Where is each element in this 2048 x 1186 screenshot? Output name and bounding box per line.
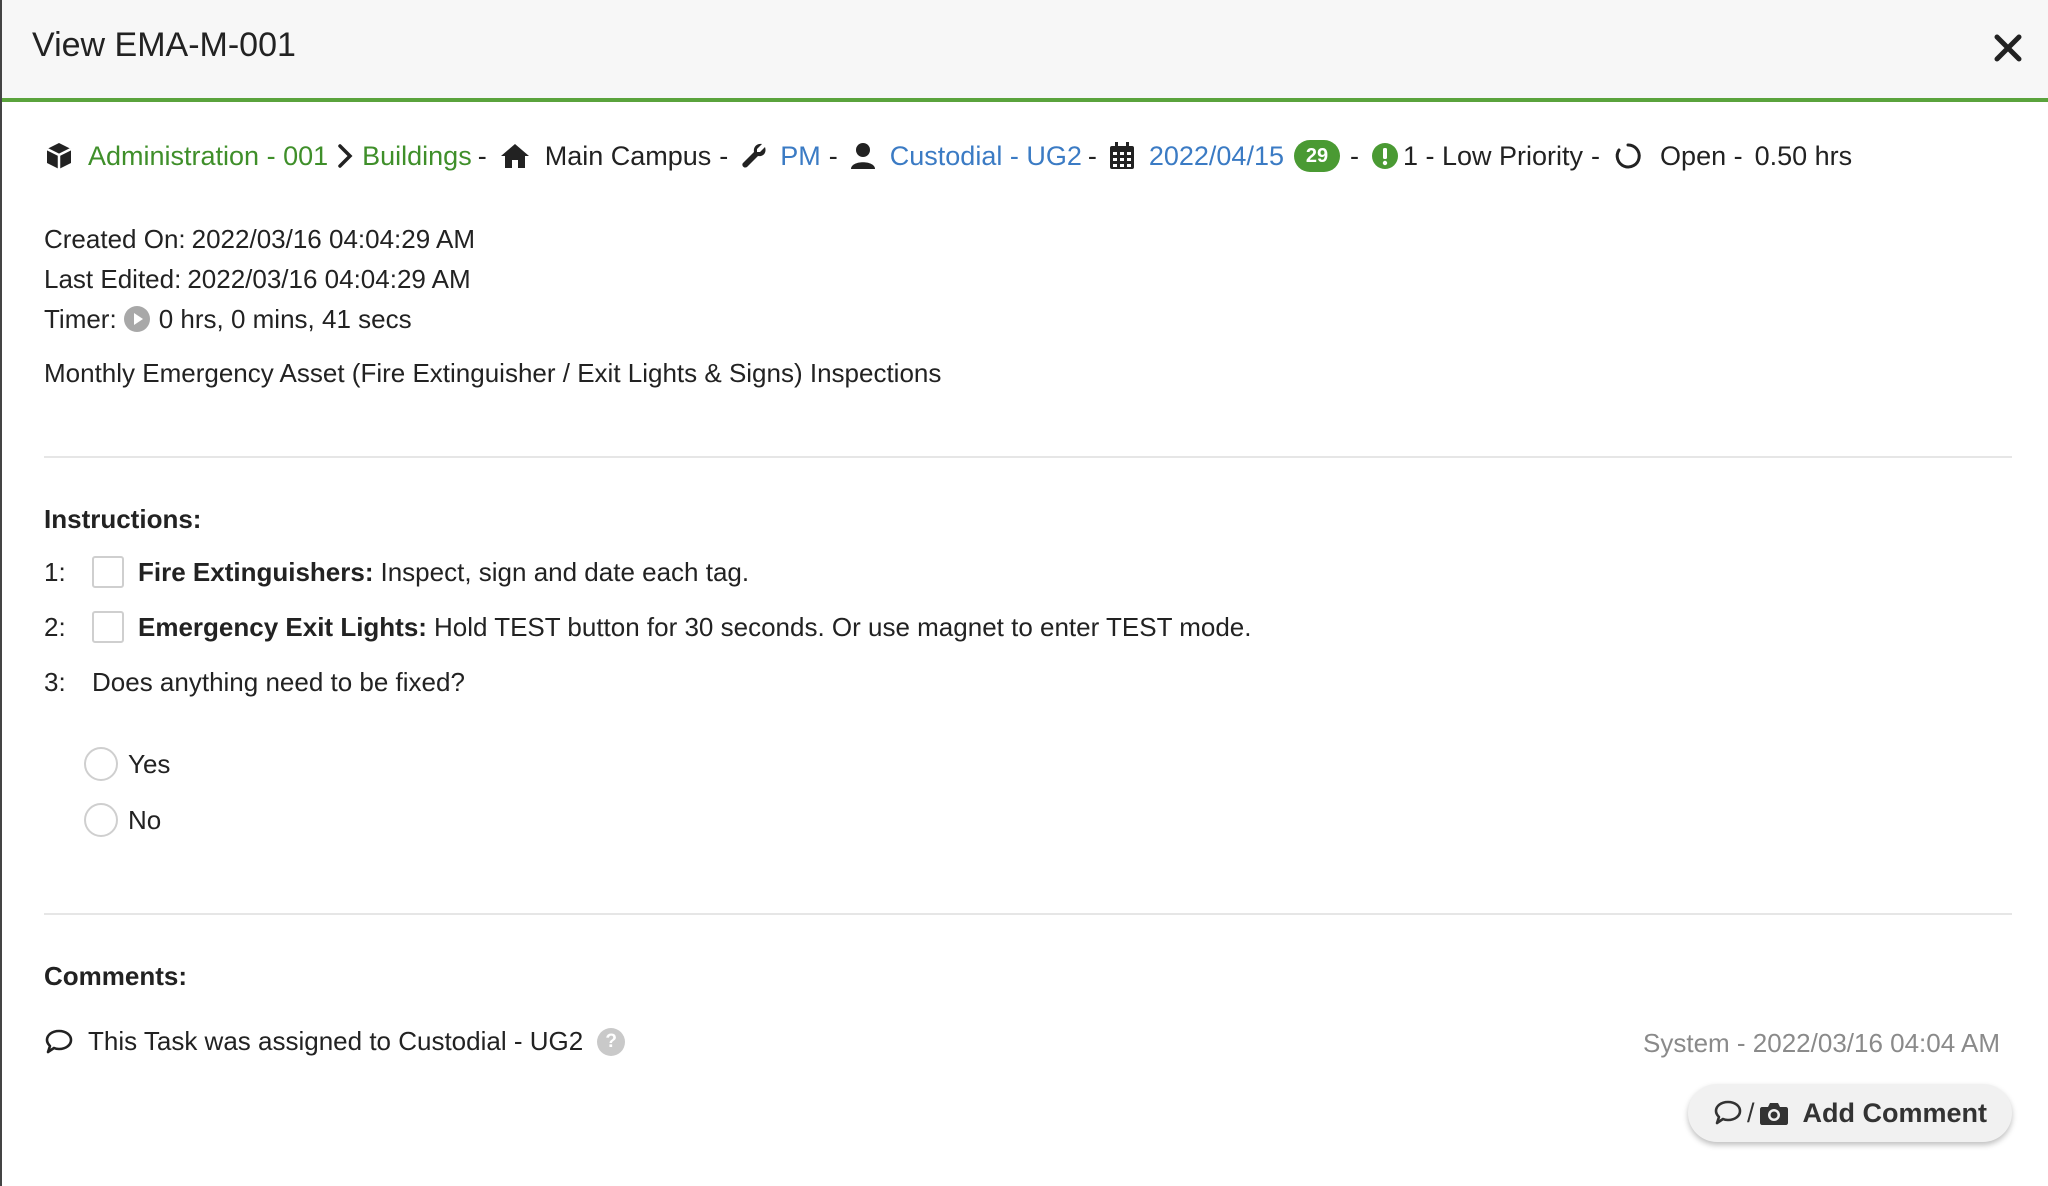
instruction-heading: Emergency Exit Lights: (138, 611, 427, 642)
modal-title: View EMA-M-001 (32, 26, 296, 64)
separator: - (828, 140, 838, 171)
separator: - (477, 140, 487, 171)
instruction-number: 2: (44, 611, 66, 642)
radio-option-no[interactable]: No (84, 803, 161, 837)
instruction-checkbox[interactable] (92, 611, 124, 643)
separator: - (1087, 140, 1097, 171)
divider (44, 456, 2012, 458)
last-edited-value: 2022/03/16 04:04:29 AM (187, 264, 471, 294)
radio-option-yes[interactable]: Yes (84, 747, 170, 781)
task-meta: Created On: 2022/03/16 04:04:29 AM Last … (44, 219, 475, 339)
add-comment-button[interactable]: / Add Comment (1688, 1084, 2012, 1142)
radio-button[interactable] (84, 747, 118, 781)
close-icon[interactable] (1988, 28, 2028, 68)
status-circle-icon (1614, 142, 1642, 170)
divider (44, 913, 2012, 915)
user-icon (850, 142, 876, 170)
camera-icon (1759, 1103, 1788, 1125)
separator: - (719, 140, 729, 171)
campus-label: Main Campus (544, 140, 712, 171)
assignee-link[interactable]: Custodial - UG2 (890, 141, 1082, 172)
radio-label: No (128, 804, 162, 835)
created-on-label: Created On: (44, 224, 186, 254)
add-comment-label: Add Comment (1802, 1097, 1988, 1128)
instruction-checkbox[interactable] (92, 556, 124, 588)
radio-button[interactable] (84, 803, 118, 837)
instruction-text: Does anything need to be fixed? (92, 667, 465, 697)
status-label: Open - (1660, 140, 1743, 171)
comments-title: Comments: (44, 961, 188, 991)
separator: - (1349, 140, 1359, 171)
add-comment-slash: / (1746, 1097, 1755, 1128)
type-link[interactable]: PM (780, 141, 821, 172)
instruction-item: 2: Emergency Exit Lights: Hold TEST butt… (44, 611, 1251, 643)
timer-row: Timer: 0 hrs, 0 mins, 41 secs (44, 299, 475, 339)
instructions-title: Instructions: (44, 504, 202, 534)
due-date-link[interactable]: 2022/04/15 (1149, 141, 1284, 172)
instruction-item: 3: Does anything need to be fixed? (44, 667, 465, 698)
wrench-icon (740, 142, 768, 170)
comment-author-timestamp: System - 2022/03/16 04:04 AM (1643, 1028, 2000, 1058)
chevron-right-icon (336, 143, 354, 169)
separator: - (1591, 140, 1601, 171)
comment-item: This Task was assigned to Custodial - UG… (44, 1026, 626, 1057)
created-on-row: Created On: 2022/03/16 04:04:29 AM (44, 219, 475, 259)
days-badge: 29 (1293, 140, 1340, 172)
speech-bubble-icon (1714, 1100, 1742, 1125)
priority-alert-icon (1371, 142, 1399, 170)
timer-label: Timer: (44, 304, 117, 334)
calendar-icon (1109, 142, 1135, 170)
instruction-item: 1: Fire Extinguishers: Inspect, sign and… (44, 556, 749, 588)
comment-text: This Task was assigned to Custodial - UG… (88, 1026, 584, 1056)
instruction-text: Hold TEST button for 30 seconds. Or use … (433, 611, 1252, 642)
building-link[interactable]: Buildings (362, 141, 472, 172)
breadcrumb: Administration - 001 Buildings - Main Ca… (44, 136, 1852, 176)
instruction-number: 3: (44, 667, 66, 697)
task-view-modal: View EMA-M-001 Administration - 001 Buil… (0, 0, 2048, 1186)
home-icon (499, 142, 531, 170)
created-on-value: 2022/03/16 04:04:29 AM (191, 224, 475, 254)
last-edited-label: Last Edited: (44, 264, 182, 294)
help-icon[interactable]: ? (597, 1027, 626, 1056)
last-edited-row: Last Edited: 2022/03/16 04:04:29 AM (44, 259, 475, 299)
instruction-text: Inspect, sign and date each tag. (380, 556, 750, 587)
timer-value: 0 hrs, 0 mins, 41 secs (158, 304, 412, 334)
instruction-number: 1: (44, 556, 66, 587)
radio-label: Yes (128, 748, 171, 779)
task-description: Monthly Emergency Asset (Fire Extinguish… (44, 358, 942, 388)
modal-header: View EMA-M-001 (2, 0, 2048, 102)
location-link[interactable]: Administration - 001 (88, 141, 328, 172)
box-icon (44, 141, 74, 171)
instruction-heading: Fire Extinguishers: (138, 556, 374, 587)
play-icon[interactable] (123, 305, 151, 333)
speech-bubble-icon (45, 1029, 73, 1053)
estimated-hours: 0.50 hrs (1754, 140, 1853, 171)
priority-label: 1 - Low Priority (1402, 140, 1584, 171)
